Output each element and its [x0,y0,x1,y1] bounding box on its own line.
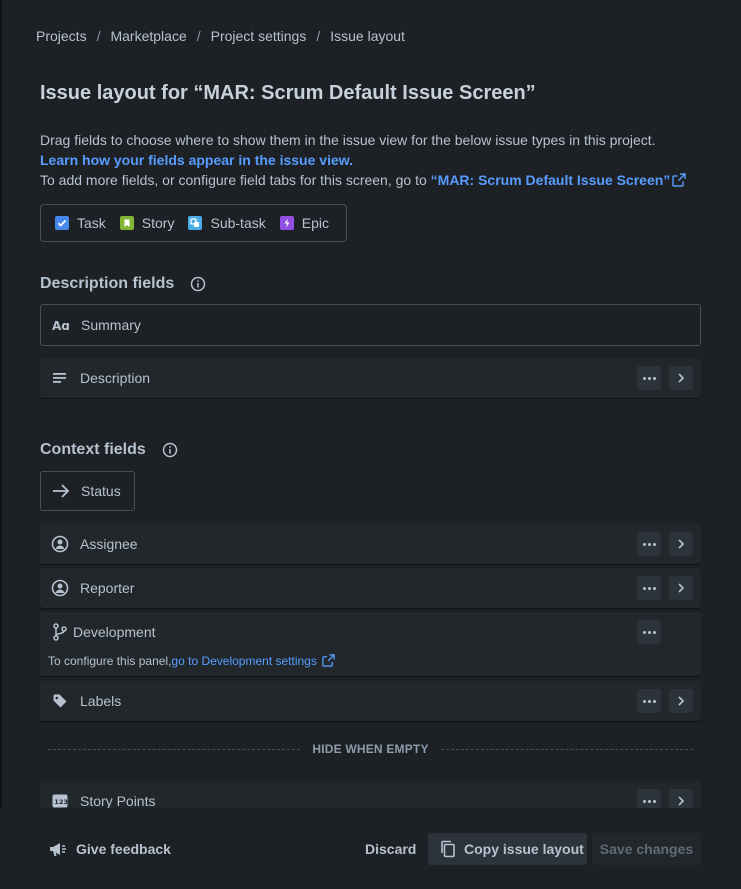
footer-bar: Give feedback Discard Copy issue layout … [0,808,741,889]
field-label: Assignee [80,536,138,552]
svg-text:Aɑ: Aɑ [52,319,70,332]
field-labels[interactable]: Labels [40,681,701,721]
field-reporter[interactable]: Reporter [40,568,701,608]
scroll-area[interactable]: Projects / Marketplace / Project setting… [0,0,741,808]
issue-types-list: Task Story Sub-task Epic [40,204,347,242]
issue-type-label: Story [141,215,175,231]
field-label: Description [80,370,151,386]
field-label: Labels [80,693,122,709]
person-icon [51,579,69,597]
field-description[interactable]: Description [40,358,701,398]
field-label: Story Points [80,793,156,808]
more-button[interactable] [637,366,661,390]
chevron-right-icon [678,373,685,383]
chevron-right-icon [678,796,685,806]
issue-type-task: Task [55,215,106,231]
divider-label: HIDE WHEN EMPTY [312,742,429,756]
branch-icon [52,623,68,641]
more-icon [642,376,656,380]
megaphone-icon [50,843,66,856]
task-icon [55,216,69,230]
issue-type-label: Sub-task [210,215,266,231]
more-icon [642,799,656,803]
give-feedback-button[interactable]: Give feedback [48,840,171,858]
issue-type-label: Epic [301,215,329,231]
breadcrumb-project-settings[interactable]: Project settings [211,28,307,44]
subtask-icon [188,216,203,230]
epic-icon [279,216,294,230]
discard-button[interactable]: Discard [352,833,429,865]
field-assignee[interactable]: Assignee [40,524,701,564]
person-icon [51,535,69,553]
expand-button[interactable] [669,366,693,390]
more-button[interactable] [637,620,661,644]
field-label: Reporter [80,580,135,596]
info-icon[interactable] [190,276,206,292]
hide-when-empty-divider: HIDE WHEN EMPTY [48,741,693,757]
text-icon: Aɑ [52,316,70,334]
external-link-icon [672,173,686,187]
intro-text: Drag fields to choose where to show them… [40,130,686,190]
number-icon: 123 [51,792,69,808]
expand-button[interactable] [669,689,693,713]
breadcrumb-marketplace[interactable]: Marketplace [110,28,186,44]
more-icon [642,542,656,546]
more-button[interactable] [637,576,661,600]
chevron-right-icon [678,539,685,549]
more-button[interactable] [637,689,661,713]
field-label: Development [73,624,156,640]
field-development[interactable]: Development To configure this panel,go t… [40,612,701,676]
chevron-right-icon [678,696,685,706]
more-icon [642,630,656,634]
breadcrumb-separator: / [96,28,101,44]
context-fields-heading: Context fields [40,441,178,459]
intro-line: To add more fields, or configure field t… [40,172,431,188]
field-label: Status [81,483,121,499]
issue-type-subtask: Sub-task [188,215,266,231]
intro-line: Drag fields to choose where to show them… [40,132,656,148]
expand-button[interactable] [669,532,693,556]
learn-more-link[interactable]: Learn how your fields appear in the issu… [40,152,353,168]
external-link-icon [322,654,335,667]
breadcrumb-issue-layout[interactable]: Issue layout [330,28,405,44]
issue-type-story: Story [119,215,175,231]
copy-issue-layout-button[interactable]: Copy issue layout [428,833,587,865]
expand-button[interactable] [669,789,693,808]
page-title: Issue layout for “MAR: Scrum Default Iss… [40,82,536,104]
save-changes-button[interactable]: Save changes [592,833,701,865]
story-icon [119,216,134,230]
breadcrumb-separator: / [316,28,321,44]
screen-link[interactable]: “MAR: Scrum Default Issue Screen” [431,172,687,188]
breadcrumb-separator: / [196,28,201,44]
description-fields-heading: Description fields [40,275,206,293]
more-button[interactable] [637,789,661,808]
development-note: To configure this panel,go to Developmen… [48,654,335,668]
field-label: Summary [81,317,141,333]
breadcrumb: Projects / Marketplace / Project setting… [36,28,405,44]
more-icon [642,699,656,703]
expand-button[interactable] [669,576,693,600]
issue-type-epic: Epic [279,215,329,231]
info-icon[interactable] [162,442,178,458]
field-summary[interactable]: Aɑ Summary [40,304,701,346]
more-icon [642,586,656,590]
more-button[interactable] [637,532,661,556]
development-settings-link[interactable]: go to Development settings [171,654,335,668]
tag-icon [51,692,69,710]
svg-text:123: 123 [54,798,68,806]
field-story-points[interactable]: 123 Story Points [40,781,701,808]
field-status[interactable]: Status [40,471,135,511]
issue-type-label: Task [77,215,106,231]
chevron-right-icon [678,583,685,593]
copy-icon [441,840,455,858]
arrow-right-icon [53,484,70,498]
breadcrumb-projects[interactable]: Projects [36,28,87,44]
paragraph-icon [51,369,69,387]
